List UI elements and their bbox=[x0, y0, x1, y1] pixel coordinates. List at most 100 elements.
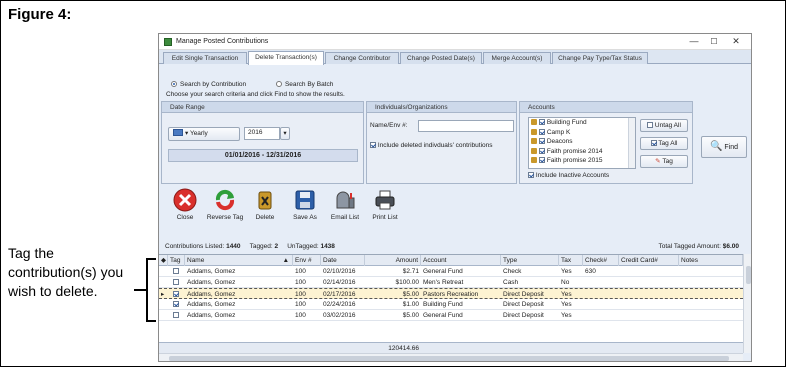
account-icon bbox=[531, 128, 537, 135]
column-header-tag[interactable]: Tag bbox=[168, 255, 185, 266]
print-list-toolbar-button[interactable]: Print List bbox=[365, 188, 405, 221]
table-row[interactable]: Addams, Gomez 100 02/10/2016 $2.71 General F… bbox=[159, 266, 743, 277]
date-range-display: 01/01/2016 - 12/31/2016 bbox=[168, 149, 358, 162]
account-checkbox[interactable] bbox=[539, 128, 545, 135]
account-icon bbox=[531, 138, 537, 144]
cell-tax: No bbox=[561, 279, 570, 286]
maximize-button[interactable]: ☐ bbox=[707, 36, 721, 47]
account-checkbox[interactable] bbox=[539, 147, 545, 154]
reverse-tag-toolbar-button[interactable]: Reverse Tag bbox=[205, 188, 245, 221]
untag-all-button[interactable]: Untag All bbox=[640, 119, 688, 132]
table-row[interactable]: Addams, Gomez 100 02/24/2016 $1.00 Building … bbox=[159, 299, 743, 310]
cell-amount: $100.00 bbox=[395, 279, 420, 286]
tag-checkbox[interactable] bbox=[173, 291, 179, 297]
untag-all-icon bbox=[647, 122, 654, 128]
tag-all-icon bbox=[650, 140, 657, 146]
tag-checkbox[interactable] bbox=[173, 301, 179, 307]
account-item[interactable]: Building Fund bbox=[529, 118, 635, 128]
account-checkbox[interactable] bbox=[539, 138, 545, 144]
reverse-tag-icon bbox=[215, 189, 235, 211]
table-row[interactable]: ▸ Addams, Gomez 100 02/17/2016 $5.00 Pastors … bbox=[159, 288, 743, 299]
column-header-notes[interactable]: Notes bbox=[679, 255, 743, 266]
printer-icon bbox=[375, 190, 395, 210]
radio-icon[interactable] bbox=[275, 81, 282, 87]
column-header-name[interactable]: Name ▲ bbox=[185, 255, 293, 266]
tag-checkbox[interactable] bbox=[173, 268, 179, 274]
search-by-batch-option[interactable]: Search By Batch bbox=[275, 81, 333, 88]
cell-name: Addams, Gomez bbox=[187, 268, 236, 275]
cell-date: 02/10/2016 bbox=[323, 268, 356, 275]
close-window-button[interactable]: ✕ bbox=[729, 36, 743, 47]
tab-merge-accounts[interactable]: Merge Account(s) bbox=[483, 52, 551, 64]
cell-type: Direct Deposit bbox=[503, 301, 544, 308]
accounts-list: Building Fund Camp K Deacons Faith promi… bbox=[528, 117, 636, 169]
column-header-env[interactable]: Env # bbox=[293, 255, 321, 266]
save-as-toolbar-button[interactable]: Save As bbox=[285, 188, 325, 221]
vertical-scroll-thumb[interactable] bbox=[746, 266, 751, 284]
year-field[interactable]: 2016 bbox=[244, 127, 280, 140]
table-row[interactable]: Addams, Gomez 100 02/14/2016 $100.00 Men's R… bbox=[159, 277, 743, 288]
mailbox-icon bbox=[336, 191, 355, 209]
delete-toolbar-button[interactable]: Delete bbox=[245, 188, 285, 221]
individuals-panel: Individuals/Organizations Name/Env #: In… bbox=[366, 101, 517, 184]
column-header-check[interactable]: Check# bbox=[583, 255, 619, 266]
tag-checkbox[interactable] bbox=[173, 312, 179, 318]
table-row[interactable]: Addams, Gomez 100 03/02/2016 $5.00 General F… bbox=[159, 310, 743, 321]
cell-name: Addams, Gomez bbox=[187, 279, 236, 286]
grid-horizontal-scrollbar[interactable] bbox=[159, 353, 743, 361]
account-item[interactable]: Faith promise 2014 bbox=[529, 147, 635, 157]
cell-name: Addams, Gomez bbox=[187, 312, 236, 319]
tab-edit-single-transaction[interactable]: Edit Single Transaction bbox=[163, 52, 247, 64]
search-by-contribution-option[interactable]: Search by Contribution bbox=[171, 81, 246, 88]
account-item[interactable]: Faith promise 2015 bbox=[529, 156, 635, 166]
window-title: Manage Posted Contributions bbox=[176, 38, 269, 45]
include-inactive-checkbox[interactable] bbox=[528, 172, 534, 178]
include-inactive-option[interactable]: Include Inactive Accounts bbox=[528, 172, 609, 179]
close-icon bbox=[173, 188, 197, 212]
email-list-toolbar-button[interactable]: Email List bbox=[325, 188, 365, 221]
search-mode-group: Search by Contribution Search By Batch bbox=[171, 81, 333, 88]
row-indicator-header: ◆ bbox=[161, 255, 168, 266]
account-checkbox[interactable] bbox=[539, 157, 545, 163]
horizontal-scroll-thumb[interactable] bbox=[169, 356, 729, 361]
cell-account: Building Fund bbox=[423, 301, 463, 308]
tab-change-contributor[interactable]: Change Contributor bbox=[325, 52, 399, 64]
cell-type: Cash bbox=[503, 279, 519, 286]
tag-all-button[interactable]: Tag All bbox=[640, 137, 688, 150]
close-toolbar-button[interactable]: Close bbox=[165, 188, 205, 221]
listed-count: 1440 bbox=[226, 243, 241, 250]
delete-icon bbox=[258, 191, 272, 210]
figure-annotation: Tag the contribution(s) you wish to dele… bbox=[8, 245, 124, 299]
year-dropdown-button[interactable]: ▾ bbox=[280, 127, 290, 140]
include-deleted-checkbox[interactable] bbox=[370, 142, 376, 148]
tag-button[interactable]: ✎ Tag bbox=[640, 155, 688, 168]
tab-change-pay-type[interactable]: Change Pay Type/Tax Status bbox=[552, 52, 648, 64]
column-header-account[interactable]: Account bbox=[421, 255, 501, 266]
column-header-tax[interactable]: Tax bbox=[559, 255, 583, 266]
column-header-amount[interactable]: Amount bbox=[365, 255, 421, 266]
radio-selected-icon[interactable] bbox=[171, 81, 177, 87]
account-item[interactable]: Camp K bbox=[529, 128, 635, 138]
name-env-input[interactable] bbox=[418, 120, 514, 132]
column-header-date[interactable]: Date bbox=[321, 255, 365, 266]
cell-env: 100 bbox=[295, 301, 306, 308]
tab-change-posted-dates[interactable]: Change Posted Date(s) bbox=[400, 52, 482, 64]
column-header-type[interactable]: Type bbox=[501, 255, 559, 266]
column-header-credit-card[interactable]: Credit Card# bbox=[619, 255, 679, 266]
calendar-icon bbox=[173, 129, 183, 136]
account-checkbox[interactable] bbox=[539, 119, 545, 125]
date-range-header: Date Range bbox=[162, 102, 363, 113]
period-dropdown[interactable]: ▾ Yearly bbox=[168, 127, 240, 141]
accounts-header: Accounts bbox=[520, 102, 692, 113]
annotation-bracket-top bbox=[146, 258, 156, 260]
accounts-scrollbar[interactable] bbox=[628, 118, 635, 168]
tab-delete-transactions[interactable]: Delete Transaction(s) bbox=[248, 51, 324, 65]
grid-vertical-scrollbar[interactable] bbox=[743, 254, 751, 353]
total-tagged-amount: Total Tagged Amount: $6.00 bbox=[658, 243, 740, 250]
minimize-button[interactable]: — bbox=[687, 36, 701, 47]
tag-checkbox[interactable] bbox=[173, 279, 179, 285]
account-item[interactable]: Deacons bbox=[529, 137, 635, 147]
untagged-count: 1438 bbox=[320, 243, 335, 250]
find-button[interactable]: 🔍 Find bbox=[701, 136, 747, 158]
include-deleted-option[interactable]: Include deleted indivduals' contribution… bbox=[370, 142, 493, 149]
